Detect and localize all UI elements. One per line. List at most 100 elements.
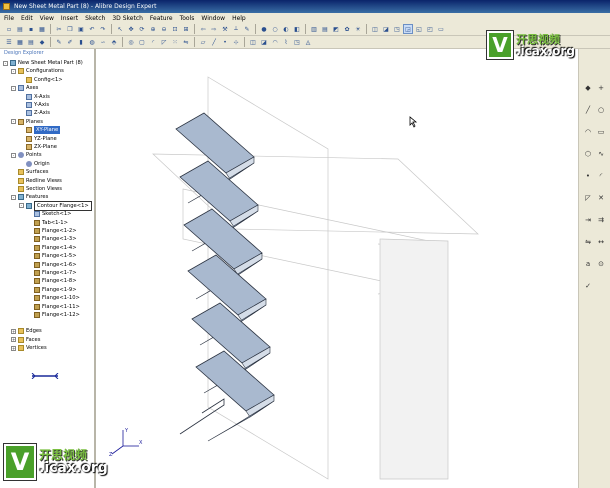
feature-fillet-icon[interactable]: ◜ xyxy=(148,37,158,47)
collapse-icon[interactable]: - xyxy=(11,194,16,200)
tree-item[interactable]: Flange<1-9> xyxy=(27,286,77,294)
tree-item[interactable]: X-Axis xyxy=(19,93,50,101)
revolve-icon[interactable]: ◍ xyxy=(87,37,97,47)
tree-item[interactable]: Flange<1-5> xyxy=(27,252,77,260)
paint-icon[interactable]: ◆ xyxy=(583,83,593,93)
view-iso-icon[interactable]: ◩ xyxy=(331,24,341,34)
rectangle-icon[interactable]: ▭ xyxy=(596,127,606,137)
tree-item[interactable]: Flange<1-4> xyxy=(27,244,77,252)
explorer-toggle-icon[interactable]: ☰ xyxy=(4,37,14,47)
zoom-out-icon[interactable]: ⊖ xyxy=(159,24,169,34)
tree-item[interactable]: Tab<1-1> xyxy=(27,219,68,227)
tree-item[interactable]: ZX-Plane xyxy=(19,143,57,151)
menu-window[interactable]: Window xyxy=(201,15,225,22)
select-icon[interactable]: ↖ xyxy=(115,24,125,34)
jog-icon[interactable]: ⌇ xyxy=(281,37,291,47)
point-tool-icon[interactable]: • xyxy=(220,37,230,47)
cut-icon[interactable]: ✂ xyxy=(54,24,64,34)
view-front-icon[interactable]: ▥ xyxy=(309,24,319,34)
chamfer-icon[interactable]: ◸ xyxy=(583,193,593,203)
tree-item[interactable]: Surfaces xyxy=(11,168,48,176)
rotate-icon[interactable]: ⟳ xyxy=(137,24,147,34)
collapse-icon[interactable]: - xyxy=(11,68,16,74)
collapse-icon[interactable]: - xyxy=(3,60,8,66)
loft-icon[interactable]: ⬘ xyxy=(109,37,119,47)
menu-feature[interactable]: Feature xyxy=(150,15,173,22)
expand-icon[interactable]: + xyxy=(11,345,16,351)
plus-icon[interactable]: + xyxy=(596,83,606,93)
text-icon[interactable]: a xyxy=(583,259,593,269)
hammer-icon[interactable]: ⚒ xyxy=(220,24,230,34)
open-icon[interactable]: ▤ xyxy=(15,24,25,34)
menu-edit[interactable]: Edit xyxy=(21,15,33,22)
trim-icon[interactable]: ✕ xyxy=(596,193,606,203)
arc-icon[interactable]: ◠ xyxy=(583,127,593,137)
axis-tool-icon[interactable]: ╱ xyxy=(209,37,219,47)
tree-item[interactable]: + Faces xyxy=(11,336,40,344)
save-icon[interactable]: ▪ xyxy=(26,24,36,34)
shell-icon[interactable]: ▢ xyxy=(137,37,147,47)
zoom-in-icon[interactable]: ⊕ xyxy=(148,24,158,34)
tree-item[interactable]: Section Views xyxy=(11,185,62,193)
tree-item[interactable]: Redline Views xyxy=(11,177,62,185)
constraint-icon[interactable]: ⊙ xyxy=(596,259,606,269)
pattern-icon[interactable]: ⁙ xyxy=(170,37,180,47)
tree-item[interactable]: Config<1> xyxy=(19,76,63,84)
wireframe-icon[interactable]: ○ xyxy=(270,24,280,34)
pan-icon[interactable]: ✥ xyxy=(126,24,136,34)
tree-item[interactable]: XY-Plane xyxy=(19,126,61,135)
menu-view[interactable]: View xyxy=(40,15,54,22)
expand-icon[interactable]: + xyxy=(11,337,16,343)
tree-item[interactable]: - Planes xyxy=(11,118,43,126)
tree-item[interactable]: Flange<1-7> xyxy=(27,269,77,277)
tree-item[interactable]: Flange<1-6> xyxy=(27,261,77,269)
tree-item[interactable]: Origin xyxy=(19,160,50,168)
shaded-icon[interactable]: ● xyxy=(259,24,269,34)
view-top-icon[interactable]: ▤ xyxy=(320,24,330,34)
print-icon[interactable]: ▦ xyxy=(37,24,47,34)
tree-item[interactable]: Flange<1-3> xyxy=(27,235,77,243)
tree-item[interactable]: - New Sheet Metal Part (8) xyxy=(3,59,83,67)
menu-file[interactable]: File xyxy=(4,15,14,22)
tree-item[interactable]: + Edges xyxy=(11,327,42,335)
flange-tool-icon[interactable]: ◪ xyxy=(381,24,391,34)
extend-icon[interactable]: ⇥ xyxy=(583,215,593,225)
expand-icon[interactable]: + xyxy=(11,328,16,334)
line-icon[interactable]: ╱ xyxy=(583,105,593,115)
flat-pattern-icon[interactable]: ▭ xyxy=(436,24,446,34)
check-icon[interactable]: ✓ xyxy=(583,281,593,291)
tree-item[interactable]: Flange<1-2> xyxy=(27,227,77,235)
contour-flange-tool-icon[interactable]: ◲ xyxy=(403,24,413,34)
tree-item[interactable]: Flange<1-8> xyxy=(27,277,77,285)
tree-item[interactable]: - Points xyxy=(11,151,42,159)
collapse-icon[interactable]: - xyxy=(11,152,16,158)
tree-item[interactable]: Flange<1-12> xyxy=(27,311,80,319)
cut-tool-icon[interactable]: ◬ xyxy=(303,37,313,47)
zoom-fit-icon[interactable]: ⊞ xyxy=(181,24,191,34)
model-canvas[interactable] xyxy=(98,49,578,488)
fillet-icon[interactable]: ◜ xyxy=(596,171,606,181)
wrench-icon[interactable]: ✎ xyxy=(242,24,252,34)
tree-item[interactable]: Flange<1-11> xyxy=(27,303,80,311)
collapse-icon[interactable]: - xyxy=(11,119,16,125)
unfold-icon[interactable]: ◱ xyxy=(414,24,424,34)
feature-chamfer-icon[interactable]: ◸ xyxy=(159,37,169,47)
dimension-icon[interactable]: ↔ xyxy=(596,237,606,247)
point-icon[interactable]: • xyxy=(583,171,593,181)
tree-item[interactable]: Y-Axis xyxy=(19,101,49,109)
layer-icon[interactable]: ▤ xyxy=(26,37,36,47)
rollback-bar[interactable] xyxy=(30,373,60,379)
properties-icon[interactable]: ▦ xyxy=(15,37,25,47)
edge-flange-icon[interactable]: ◪ xyxy=(259,37,269,47)
view-back-icon[interactable]: ⇦ xyxy=(198,24,208,34)
datum-icon[interactable]: ⊹ xyxy=(231,37,241,47)
tree-item[interactable]: Z-Axis xyxy=(19,109,50,117)
collapse-icon[interactable]: - xyxy=(11,85,16,91)
zoom-window-icon[interactable]: ⊡ xyxy=(170,24,180,34)
tree-item[interactable]: - Axes xyxy=(11,84,38,92)
spline-icon[interactable]: ∿ xyxy=(596,149,606,159)
sketch-icon[interactable]: ✎ xyxy=(54,37,64,47)
section-icon[interactable]: ◧ xyxy=(292,24,302,34)
part-icon[interactable]: ◆ xyxy=(37,37,47,47)
extrude-icon[interactable]: ▮ xyxy=(76,37,86,47)
